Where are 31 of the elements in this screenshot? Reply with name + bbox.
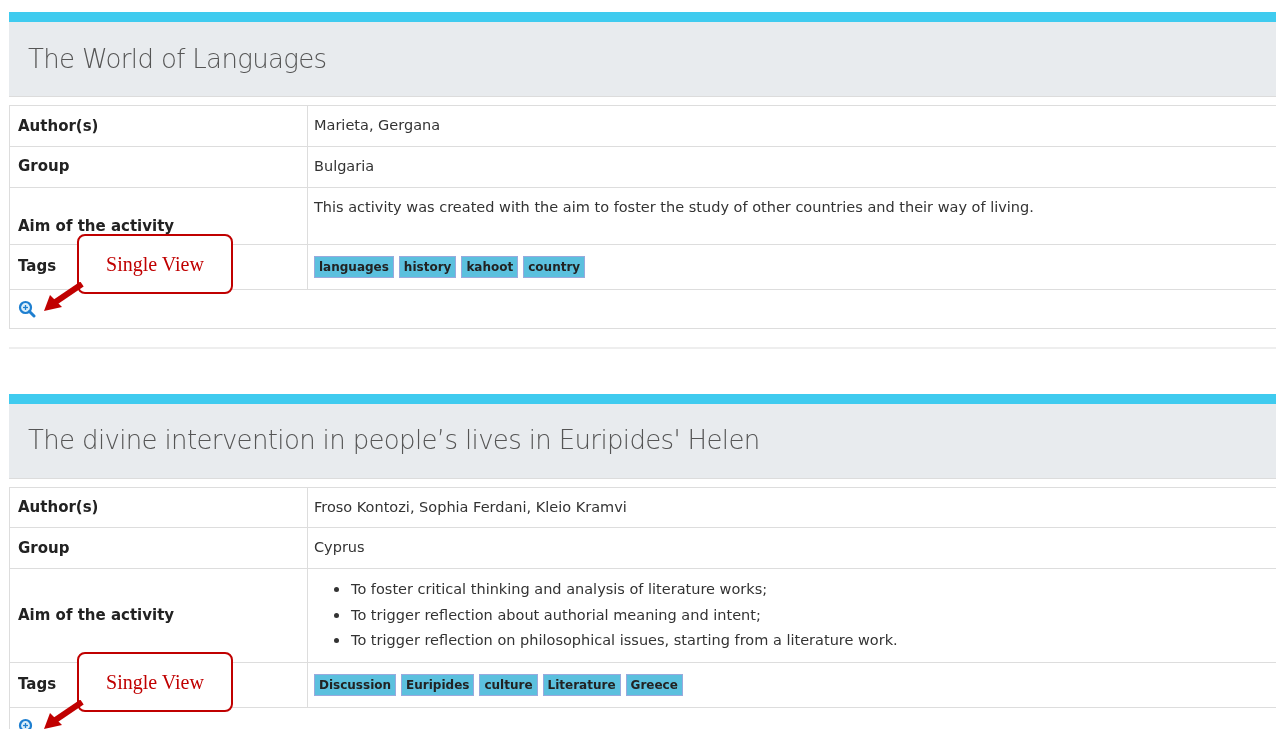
- callout-arrow: [42, 281, 84, 312]
- list-item: To trigger reflection about authorial meaning and intent;: [351, 605, 761, 625]
- tag[interactable]: Literature: [542, 673, 621, 696]
- bullet-icon: [334, 638, 339, 644]
- list-item: To foster critical thinking and analysis of literature works;: [351, 580, 768, 599]
- callout-label: Single View: [77, 233, 233, 294]
- bullet-icon: [334, 587, 339, 593]
- list-item: To trigger reflection on philosophical issues, starting from a literature work.: [351, 631, 898, 650]
- zoom-in-icon[interactable]: [18, 299, 36, 318]
- callout-label: Single View: [77, 651, 233, 712]
- row-value: Cyprus: [314, 538, 366, 558]
- row-value: Marieta, Gergana: [314, 116, 442, 135]
- card-title: The World of Languages: [28, 42, 327, 76]
- row-value: This activity was created with the aim to foster the study of other countries and their way of living.: [314, 197, 1035, 217]
- tag[interactable]: Discussion: [314, 673, 397, 696]
- tag[interactable]: Euripides: [401, 673, 475, 696]
- row-label: Group: [10, 146, 308, 187]
- tag[interactable]: kahoot: [461, 255, 519, 278]
- row-label: Author(s): [10, 106, 308, 146]
- tag[interactable]: history: [398, 255, 457, 278]
- row-value: Bulgaria: [314, 156, 376, 176]
- tag[interactable]: culture: [479, 673, 538, 696]
- tag[interactable]: country: [523, 255, 586, 278]
- card-title: The divine intervention in people’s lives in Euripides' Helen: [28, 424, 760, 457]
- callout-arrow: [42, 699, 84, 729]
- row-value: Froso Kontozi, Sophia Ferdani, Kleio Kramvi: [314, 497, 628, 517]
- bullet-icon: [334, 612, 339, 618]
- tag[interactable]: Greece: [625, 673, 683, 696]
- row-label: Author(s): [10, 487, 308, 528]
- tag[interactable]: languages: [314, 255, 394, 278]
- row-label: Group: [10, 528, 308, 568]
